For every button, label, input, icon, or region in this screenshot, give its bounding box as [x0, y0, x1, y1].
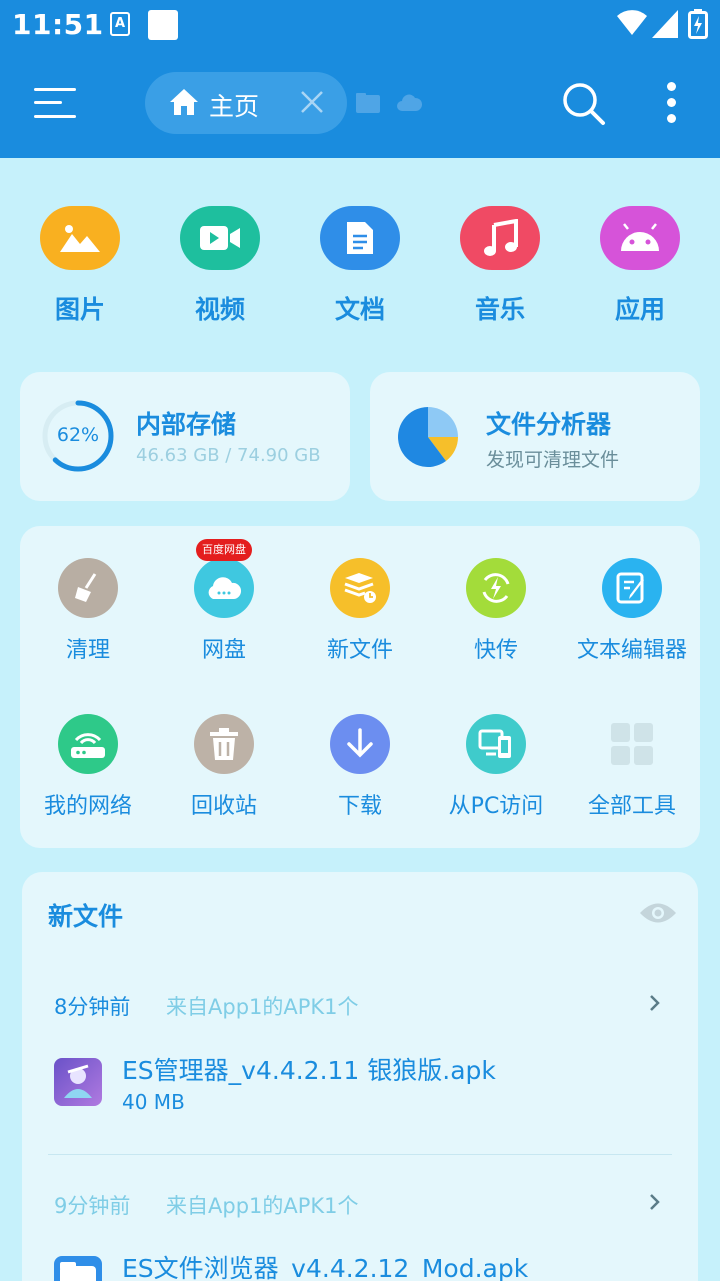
tool-download[interactable]: 下载 [292, 714, 428, 820]
notification-square-icon [148, 10, 178, 40]
android-icon [600, 206, 680, 270]
storage-usage: 46.63 GB / 74.90 GB [136, 445, 321, 466]
text-editor-icon [602, 558, 662, 618]
apk-file-icon [54, 1058, 102, 1106]
home-icon [170, 89, 198, 115]
category-label: 应用 [614, 295, 665, 324]
tool-clean[interactable]: 清理 [20, 558, 156, 664]
search-icon[interactable] [562, 82, 606, 126]
group-time: 9分钟前 [54, 1194, 131, 1218]
tool-label: 从PC访问 [448, 794, 544, 819]
tool-my-network[interactable]: 我的网络 [20, 714, 156, 820]
tool-label: 回收站 [190, 794, 257, 819]
pc-access-icon [466, 714, 526, 774]
new-files-icon [330, 558, 390, 618]
music-icon [460, 206, 540, 270]
status-bar: 11:51 A [0, 0, 720, 52]
category-label: 图片 [54, 295, 105, 324]
video-icon [180, 206, 260, 270]
group-source[interactable]: 来自App1的APK1个 [166, 1190, 359, 1220]
baidu-drive-badge: 百度网盘 [196, 539, 252, 561]
tool-label: 全部工具 [587, 794, 676, 819]
category-documents[interactable]: 文档 [320, 206, 400, 326]
all-tools-icon [602, 714, 662, 774]
tool-quick-transfer[interactable]: 快传 [428, 558, 564, 664]
file-name[interactable]: ES管理器_v4.4.2.11 银狼版.apk [122, 1051, 496, 1087]
category-label: 视频 [194, 295, 245, 324]
group-source[interactable]: 来自App1的APK1个 [166, 991, 359, 1021]
download-icon [330, 714, 390, 774]
tool-new-files[interactable]: 新文件 [292, 558, 428, 664]
tool-all-tools[interactable]: 全部工具 [564, 714, 700, 820]
analyzer-subtitle: 发现可清理文件 [486, 449, 620, 471]
quick-transfer-icon [466, 558, 526, 618]
recycle-bin-icon [194, 714, 254, 774]
document-icon[interactable] [355, 92, 381, 114]
chevron-right-icon[interactable] [648, 994, 662, 1012]
tab-home[interactable]: 主页 [145, 72, 347, 134]
category-apps[interactable]: 应用 [600, 206, 680, 326]
tool-label: 网盘 [201, 638, 246, 663]
cloud-icon[interactable] [396, 92, 422, 112]
cloud-drive-icon [194, 558, 254, 618]
tool-label: 文本编辑器 [576, 638, 687, 663]
tool-pc-access[interactable]: 从PC访问 [428, 714, 564, 820]
storage-percent: 62% [56, 424, 100, 446]
category-label: 文档 [334, 295, 385, 324]
chevron-right-icon[interactable] [648, 1193, 662, 1211]
battery-icon [688, 9, 708, 39]
tool-label: 新文件 [326, 638, 393, 663]
file-size: 40 MB [122, 1090, 185, 1114]
category-label: 音乐 [474, 295, 525, 324]
app-header: 11:51 A 主页 [0, 0, 720, 158]
tool-label: 快传 [473, 638, 518, 663]
image-icon [40, 206, 120, 270]
pie-chart-icon [398, 407, 458, 467]
cell-signal-icon [652, 10, 678, 38]
wifi-icon [617, 10, 647, 36]
notification-app-icon: A [110, 12, 130, 36]
divider [48, 1154, 672, 1155]
category-images[interactable]: 图片 [40, 206, 120, 326]
tool-label: 下载 [337, 794, 382, 819]
tool-text-editor[interactable]: 文本编辑器 [564, 558, 700, 664]
tool-recycle-bin[interactable]: 回收站 [156, 714, 292, 820]
tool-label: 清理 [65, 638, 110, 663]
tool-cloud-drive[interactable]: 网盘 [156, 558, 292, 664]
eye-icon[interactable] [638, 900, 678, 926]
category-videos[interactable]: 视频 [180, 206, 260, 326]
menu-icon[interactable] [34, 86, 76, 120]
network-icon [58, 714, 118, 774]
storage-title: 内部存储 [136, 410, 237, 439]
file-name[interactable]: ES文件浏览器_v4.4.2.12_Mod.apk [122, 1249, 528, 1281]
document-icon [320, 206, 400, 270]
tab-home-label: 主页 [209, 92, 260, 121]
apk-file-icon [54, 1256, 102, 1281]
new-files-title: 新文件 [48, 902, 124, 931]
status-time: 11:51 [12, 8, 104, 41]
more-vert-icon[interactable] [660, 82, 684, 124]
group-time: 8分钟前 [54, 995, 131, 1019]
close-icon[interactable] [299, 89, 325, 115]
tool-label: 我的网络 [43, 794, 132, 819]
category-music[interactable]: 音乐 [460, 206, 540, 326]
broom-icon [58, 558, 118, 618]
analyzer-title: 文件分析器 [486, 410, 612, 439]
